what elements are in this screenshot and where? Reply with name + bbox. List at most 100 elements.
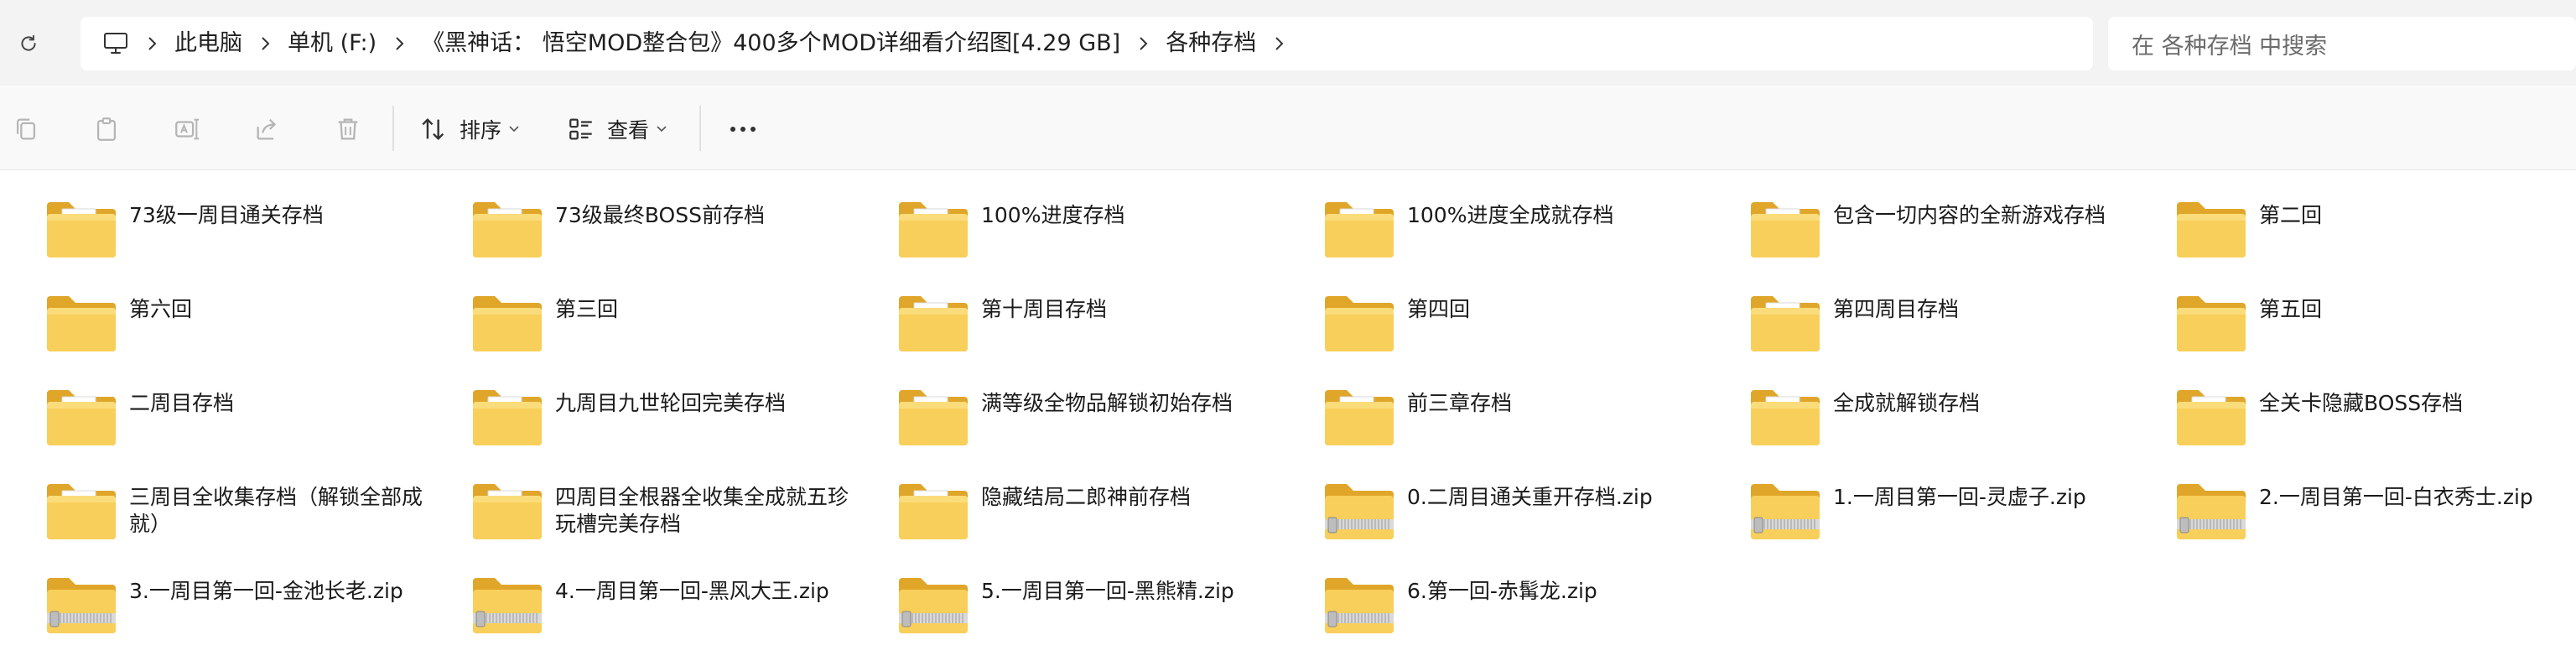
file-name: 100%进度全成就存档: [1407, 203, 1614, 227]
address-bar-area: 此电脑 单机 (F:) 《黑神话： 悟空MOD整合包》400多个MOD详细看介绍…: [0, 0, 2576, 86]
breadcrumb[interactable]: 此电脑 单机 (F:) 《黑神话： 悟空MOD整合包》400多个MOD详细看介绍…: [80, 17, 2093, 70]
chevron-right-icon[interactable]: [132, 27, 171, 60]
file-name: 6.第一回-赤髯龙.zip: [1407, 579, 1597, 603]
file-name: 5.一周目第一回-黑熊精.zip: [981, 579, 1234, 603]
file-name: 第三回: [555, 297, 619, 321]
more-options-button[interactable]: [726, 111, 760, 148]
folder-item[interactable]: 第三回: [471, 284, 865, 368]
chevron-down-icon: [509, 126, 519, 133]
chevron-right-icon[interactable]: [1124, 27, 1162, 60]
rename-button[interactable]: [173, 111, 201, 148]
folder-item[interactable]: 第十周目存档: [897, 284, 1291, 368]
sort-button[interactable]: 排序: [419, 111, 520, 148]
copy-button[interactable]: [12, 111, 40, 148]
folder-icon: [2175, 199, 2247, 259]
chevron-right-icon[interactable]: [1259, 27, 1298, 60]
folder-item[interactable]: 100%进度全成就存档: [1323, 190, 1717, 274]
zip-file-item[interactable]: 6.第一回-赤髯龙.zip: [1323, 566, 1717, 650]
folder-item[interactable]: 全成就解锁存档: [1749, 378, 2143, 462]
folder-item[interactable]: 包含一切内容的全新游戏存档: [1749, 190, 2143, 274]
command-bar: 排序 查看: [0, 86, 2576, 170]
file-name: 第五回: [2259, 297, 2323, 321]
folder-icon: [2175, 293, 2247, 353]
search-input[interactable]: 在 各种存档 中搜索: [2108, 17, 2576, 70]
folder-item[interactable]: 73级最终BOSS前存档: [471, 190, 865, 274]
folder-icon: [471, 293, 543, 353]
folder-item[interactable]: 第四周目存档: [1749, 284, 2143, 368]
zip-folder-icon: [1323, 575, 1395, 635]
copy-icon: [16, 118, 36, 140]
share-icon: [257, 118, 277, 140]
more-icon: [730, 127, 756, 132]
folder-icon: [1323, 199, 1395, 259]
chevron-down-icon: [657, 126, 667, 133]
folder-item[interactable]: 前三章存档: [1323, 378, 1717, 462]
folder-item[interactable]: 第四回: [1323, 284, 1717, 368]
zip-file-item[interactable]: 3.一周目第一回-金池长老.zip: [45, 566, 439, 650]
breadcrumb-current[interactable]: 各种存档: [1162, 22, 1259, 65]
zip-file-item[interactable]: 5.一周目第一回-黑熊精.zip: [897, 566, 1291, 650]
paste-icon: [96, 117, 117, 141]
breadcrumb-drive[interactable]: 单机 (F:): [284, 22, 380, 65]
folder-icon: [897, 481, 969, 541]
chevron-right-icon[interactable]: [380, 27, 418, 60]
sort-label: 排序: [460, 118, 502, 143]
folder-icon: [897, 199, 969, 259]
zip-folder-icon: [45, 575, 117, 635]
refresh-icon: [21, 34, 36, 51]
folder-icon: [45, 199, 117, 259]
folder-item[interactable]: 全关卡隐藏BOSS存档: [2175, 378, 2569, 462]
delete-icon: [338, 118, 358, 140]
file-name: 73级最终BOSS前存档: [555, 203, 765, 227]
zip-folder-icon: [2175, 481, 2247, 541]
folder-icon: [1323, 293, 1395, 353]
folder-item[interactable]: 100%进度存档: [897, 190, 1291, 274]
folder-item[interactable]: 四周目全根器全收集全成就五珍玩槽完美存档: [471, 472, 865, 556]
folder-item[interactable]: 第二回: [2175, 190, 2569, 274]
folder-icon: [1749, 199, 1821, 259]
breadcrumb-folder[interactable]: 《黑神话： 悟空MOD整合包》400多个MOD详细看介绍图[4.29 GB]: [418, 22, 1124, 65]
folder-item[interactable]: 隐藏结局二郎神前存档: [897, 472, 1291, 556]
file-name: 前三章存档: [1407, 391, 1513, 415]
zip-file-item[interactable]: 1.一周目第一回-灵虚子.zip: [1749, 472, 2143, 556]
folder-icon: [2175, 387, 2247, 447]
folder-item[interactable]: 二周目存档: [45, 378, 439, 462]
file-name: 三周目全收集存档（解锁全部成就）: [129, 485, 423, 536]
sort-icon: [422, 117, 444, 141]
file-name: 第二回: [2259, 203, 2323, 227]
zip-file-item[interactable]: 0.二周目通关重开存档.zip: [1323, 472, 1717, 556]
file-name: 全关卡隐藏BOSS存档: [2259, 391, 2464, 415]
paste-button[interactable]: [92, 111, 121, 148]
file-name: 第四回: [1407, 297, 1471, 321]
zip-folder-icon: [471, 575, 543, 635]
folder-icon: [471, 387, 543, 447]
zip-file-item[interactable]: 2.一周目第一回-白衣秀士.zip: [2175, 472, 2569, 556]
refresh-button[interactable]: [13, 29, 44, 59]
toolbar-divider: [392, 106, 394, 151]
folder-item[interactable]: 第五回: [2175, 284, 2569, 368]
view-button[interactable]: 查看: [567, 111, 667, 148]
zip-folder-icon: [1323, 481, 1395, 541]
file-name: 九周目九世轮回完美存档: [555, 391, 787, 415]
folder-item[interactable]: 73级一周目通关存档: [45, 190, 439, 274]
folder-item[interactable]: 三周目全收集存档（解锁全部成就）: [45, 472, 439, 556]
folder-icon: [45, 293, 117, 353]
folder-icon: [45, 481, 117, 541]
computer-icon[interactable]: [99, 27, 132, 60]
file-name: 1.一周目第一回-灵虚子.zip: [1833, 485, 2086, 509]
breadcrumb-this-pc[interactable]: 此电脑: [171, 22, 246, 65]
share-button[interactable]: [253, 111, 282, 148]
folder-item[interactable]: 第六回: [45, 284, 439, 368]
zip-file-item[interactable]: 4.一周目第一回-黑风大王.zip: [471, 566, 865, 650]
file-name: 3.一周目第一回-金池长老.zip: [129, 579, 403, 603]
delete-button[interactable]: [334, 111, 362, 148]
file-name: 第四周目存档: [1833, 297, 1960, 321]
zip-folder-icon: [1749, 481, 1821, 541]
chevron-right-icon[interactable]: [246, 27, 284, 60]
folder-icon: [897, 293, 969, 353]
folder-item[interactable]: 九周目九世轮回完美存档: [471, 378, 865, 462]
file-name: 100%进度存档: [981, 203, 1125, 227]
folder-item[interactable]: 满等级全物品解锁初始存档: [897, 378, 1291, 462]
view-label: 查看: [607, 118, 650, 143]
file-name: 第六回: [129, 297, 193, 321]
